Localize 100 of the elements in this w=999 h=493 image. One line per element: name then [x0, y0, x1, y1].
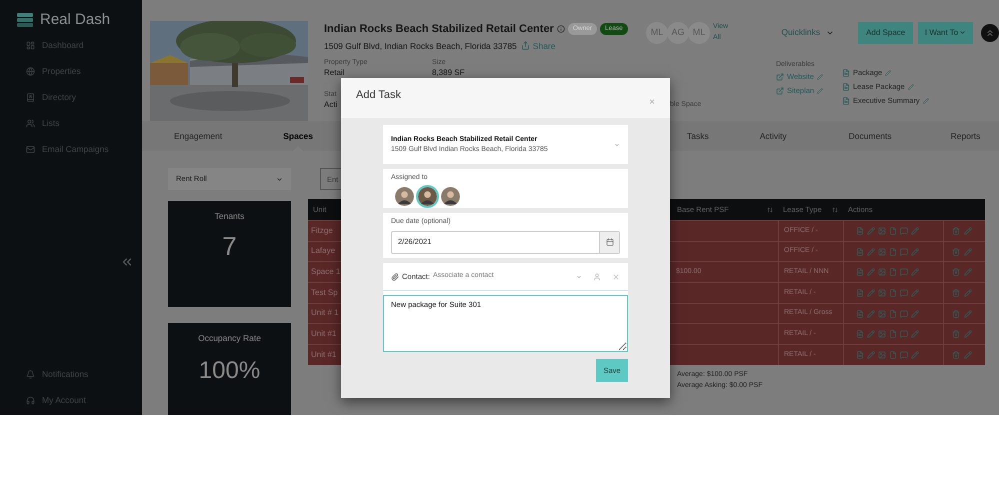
document-icon — [842, 97, 850, 105]
sort-icon[interactable] — [767, 206, 773, 212]
document-icon[interactable] — [856, 350, 864, 359]
comment-icon[interactable] — [900, 330, 908, 338]
external-link-icon — [776, 73, 784, 81]
sort-icon[interactable] — [832, 206, 838, 212]
tab[interactable]: Documents — [848, 121, 892, 151]
edit-icon[interactable] — [911, 226, 919, 235]
edit-icon — [885, 70, 892, 76]
caret-icon — [576, 274, 582, 280]
tab[interactable]: Engagement — [174, 121, 222, 151]
stat-label: Tenants — [214, 210, 244, 223]
table-cell: Unit # 1 — [311, 308, 339, 318]
file-icon[interactable] — [889, 350, 897, 359]
delete-icon[interactable] — [952, 330, 960, 338]
edit-icon[interactable] — [964, 330, 972, 338]
add-space-button[interactable]: Add Space — [858, 22, 914, 44]
edit-icon[interactable] — [964, 268, 972, 276]
edit-icon[interactable] — [964, 288, 972, 297]
edit-icon[interactable] — [911, 248, 919, 256]
i-want-to-button[interactable]: I Want To — [918, 22, 973, 44]
delete-icon[interactable] — [952, 310, 960, 318]
image-icon[interactable] — [878, 268, 886, 276]
document-icon — [842, 69, 850, 77]
edit-icon[interactable] — [911, 310, 919, 318]
quicklinks-dropdown[interactable]: Quicklinks — [781, 26, 842, 39]
document-icon[interactable] — [856, 288, 864, 297]
image-icon[interactable] — [878, 310, 886, 318]
dialog-title: Add Task — [356, 88, 402, 103]
edit-icon — [922, 98, 929, 104]
tab[interactable]: Activity — [760, 121, 787, 151]
delete-icon[interactable] — [952, 288, 960, 297]
edit-icon[interactable] — [867, 268, 875, 276]
edit-icon[interactable] — [867, 350, 875, 359]
comment-icon[interactable] — [900, 268, 908, 276]
contact-book-icon — [26, 92, 35, 102]
table-cell: Space 1 — [311, 266, 340, 276]
edit-icon[interactable] — [867, 288, 875, 297]
fact-value: Acti — [324, 100, 338, 110]
caret-icon — [614, 142, 620, 148]
edit-icon[interactable] — [867, 226, 875, 235]
brand-name: Real Dash — [40, 10, 110, 30]
globe-icon — [26, 66, 35, 76]
close-button[interactable]: × — [649, 94, 655, 110]
info-icon[interactable] — [556, 25, 565, 34]
comment-icon[interactable] — [900, 350, 908, 359]
delete-icon[interactable] — [952, 226, 960, 235]
image-icon[interactable] — [878, 330, 886, 338]
file-icon[interactable] — [889, 310, 897, 318]
file-icon[interactable] — [889, 248, 897, 256]
users-icon — [26, 118, 35, 128]
file-icon[interactable] — [889, 226, 897, 235]
share-icon — [520, 41, 530, 50]
edit-icon[interactable] — [867, 310, 875, 318]
edit-icon[interactable] — [911, 268, 919, 276]
edit-icon[interactable] — [964, 226, 972, 235]
edit-icon[interactable] — [867, 330, 875, 338]
delete-icon[interactable] — [952, 268, 960, 276]
edit-icon[interactable] — [867, 248, 875, 256]
image-icon[interactable] — [878, 248, 886, 256]
clear-icon[interactable] — [612, 272, 620, 280]
person-icon[interactable] — [593, 272, 601, 280]
document-icon[interactable] — [856, 248, 864, 256]
comment-icon[interactable] — [900, 226, 908, 235]
tab[interactable]: Reports — [950, 121, 980, 151]
document-icon[interactable] — [856, 268, 864, 276]
logo-icon — [16, 13, 34, 27]
edit-icon[interactable] — [964, 248, 972, 256]
file-icon[interactable] — [889, 330, 897, 338]
file-icon[interactable] — [889, 268, 897, 276]
edit-icon[interactable] — [911, 330, 919, 338]
bell-icon — [26, 370, 35, 378]
tab[interactable]: Tasks — [686, 121, 709, 151]
calendar-icon[interactable] — [606, 238, 614, 246]
document-icon[interactable] — [856, 310, 864, 318]
caret-icon — [959, 29, 966, 36]
edit-icon[interactable] — [964, 310, 972, 318]
share-link[interactable]: Share — [520, 40, 556, 52]
edit-icon — [816, 74, 823, 80]
caret-icon — [276, 176, 283, 182]
delete-icon[interactable] — [952, 248, 960, 256]
comment-icon[interactable] — [900, 288, 908, 297]
headphones-icon — [26, 396, 35, 404]
stat-value: 7 — [222, 232, 237, 259]
file-icon[interactable] — [889, 288, 897, 297]
edit-icon[interactable] — [964, 350, 972, 359]
fact-value: Retail — [324, 68, 344, 78]
image-icon[interactable] — [878, 226, 886, 235]
delete-icon[interactable] — [952, 350, 960, 359]
comment-icon[interactable] — [900, 310, 908, 318]
edit-icon[interactable] — [911, 288, 919, 297]
edit-icon[interactable] — [911, 350, 919, 359]
document-icon[interactable] — [856, 226, 864, 235]
image-icon[interactable] — [878, 288, 886, 297]
image-icon[interactable] — [878, 350, 886, 359]
fact-value: 8,389 SF — [432, 68, 464, 78]
document-icon[interactable] — [856, 330, 864, 338]
tab[interactable]: Spaces — [283, 121, 313, 151]
scroll-top-button[interactable] — [981, 24, 999, 42]
comment-icon[interactable] — [900, 248, 908, 256]
